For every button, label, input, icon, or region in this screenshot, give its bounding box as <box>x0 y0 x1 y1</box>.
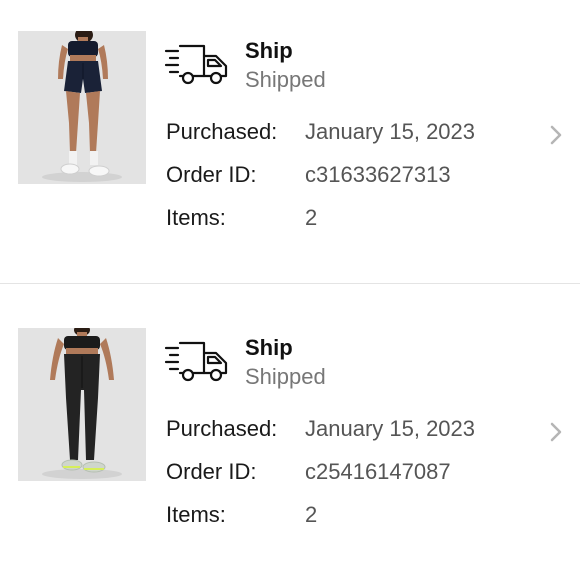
order-card[interactable]: Ship Shipped Purchased: January 15, 2023… <box>0 297 580 567</box>
purchased-date: January 15, 2023 <box>305 119 476 144</box>
order-id-label: Order ID: <box>166 459 257 484</box>
items-count: 2 <box>305 502 318 527</box>
order-id-value: c25416147087 <box>305 459 451 484</box>
order-status: Shipped <box>245 364 326 389</box>
order-id-value: c31633627313 <box>305 162 451 187</box>
items-label: Items: <box>166 205 226 230</box>
order-divider <box>0 283 580 284</box>
items-label: Items: <box>166 502 226 527</box>
chevron-right-icon[interactable] <box>548 124 564 146</box>
product-thumbnail[interactable] <box>18 328 146 481</box>
product-photo-shorts <box>18 31 146 184</box>
order-id-label: Order ID: <box>166 162 257 187</box>
order-status: Shipped <box>245 67 326 92</box>
delivery-truck-icon <box>164 341 228 382</box>
items-count: 2 <box>305 205 318 230</box>
delivery-truck-icon <box>164 44 228 85</box>
order-card[interactable]: Ship Shipped Purchased: January 15, 2023… <box>0 0 580 270</box>
purchased-label: Purchased: <box>166 119 278 144</box>
shipping-method: Ship <box>245 335 293 360</box>
product-thumbnail[interactable] <box>18 31 146 184</box>
order-list: Ship Shipped Purchased: January 15, 2023… <box>0 0 580 580</box>
purchased-date: January 15, 2023 <box>305 416 476 441</box>
product-photo-leggings <box>18 328 146 481</box>
chevron-right-icon[interactable] <box>548 421 564 443</box>
shipping-method: Ship <box>245 38 293 63</box>
purchased-label: Purchased: <box>166 416 278 441</box>
